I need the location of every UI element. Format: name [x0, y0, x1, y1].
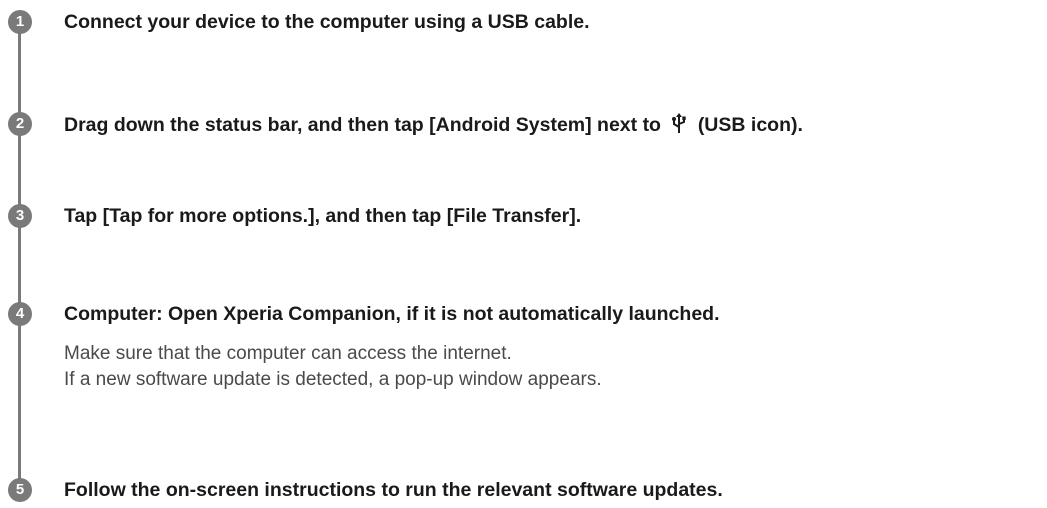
step-title-2-text-after: (USB icon). [697, 114, 803, 136]
step-title-4: Computer: Open Xperia Companion, if it i… [64, 303, 720, 325]
step-number-5: 5 [8, 478, 32, 502]
usb-icon [672, 113, 687, 133]
step-title-3: Tap [Tap for more options.], and then ta… [64, 205, 582, 227]
step-timeline-line [18, 22, 21, 494]
step-number-4: 4 [8, 302, 32, 326]
step-number-3: 3 [8, 204, 32, 228]
step-title-1: Connect your device to the computer usin… [64, 11, 590, 33]
step-title-5: Follow the on-screen instructions to run… [64, 479, 723, 501]
step-list: 1 Connect your device to the computer us… [0, 0, 1047, 508]
step-4-note-line-1: Make sure that the computer can access t… [64, 343, 512, 364]
step-number-1: 1 [8, 10, 32, 34]
step-title-2: Drag down the status bar, and then tap [… [64, 112, 803, 137]
step-title-2-text-before: Drag down the status bar, and then tap [… [64, 114, 661, 136]
step-4-note-line-2: If a new software update is detected, a … [64, 369, 602, 390]
step-number-2: 2 [8, 112, 32, 136]
